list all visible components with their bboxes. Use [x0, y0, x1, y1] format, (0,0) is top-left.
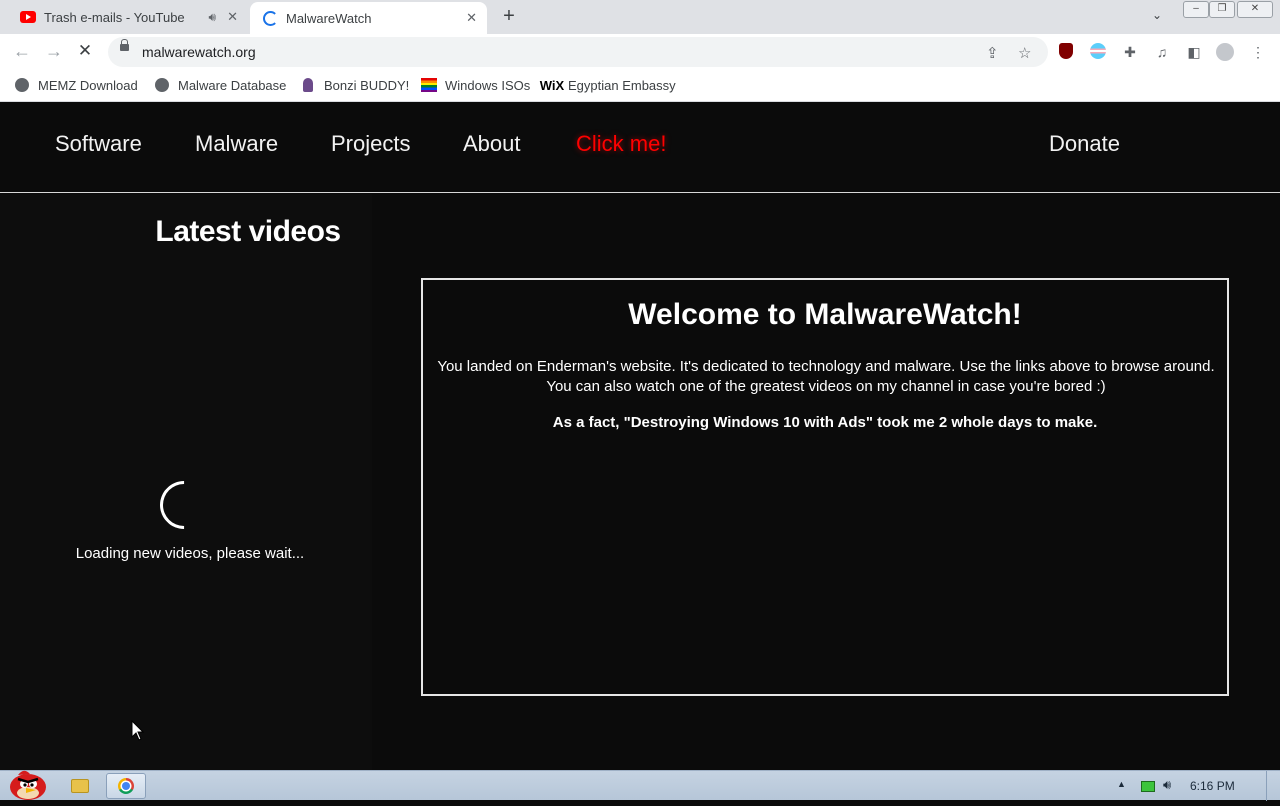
tab-title: MalwareWatch [286, 10, 372, 26]
welcome-title: Welcome to MalwareWatch! [628, 298, 1022, 331]
show-desktop-button[interactable] [1266, 771, 1280, 801]
nav-projects[interactable]: Projects [331, 131, 410, 157]
tab-youtube[interactable]: Trash e-mails - YouTube 🔊︎ ✕ [8, 0, 248, 34]
bookmark-malware-database[interactable]: Malware Database [154, 77, 286, 93]
media-control-icon[interactable]: ♫ [1153, 43, 1171, 61]
extensions-puzzle-icon[interactable]: ✚ [1121, 43, 1139, 61]
bookmark-star-icon[interactable]: ☆ [1018, 44, 1031, 62]
latest-videos-title: Latest videos [155, 215, 341, 248]
close-tab-icon[interactable]: ✕ [227, 9, 238, 25]
menu-kebab-icon[interactable]: ⋮ [1249, 43, 1267, 61]
forward-button[interactable]: → [43, 41, 65, 62]
bookmark-windows-isos[interactable]: Windows ISOs [421, 77, 530, 93]
rainbow-flag-icon [421, 77, 437, 93]
bookmark-egyptian-embassy[interactable]: WiX Egyptian Embassy [539, 77, 676, 93]
globe-icon [14, 77, 30, 93]
nav-about[interactable]: About [463, 131, 521, 157]
wix-icon: WiX [539, 77, 565, 93]
taskbar-explorer-icon[interactable] [60, 773, 100, 799]
nav-click-me[interactable]: Click me! [576, 131, 666, 157]
new-tab-button[interactable]: + [498, 5, 520, 28]
tray-expand-icon[interactable]: ▲ [1117, 779, 1126, 789]
profile-avatar-icon[interactable] [1216, 43, 1234, 61]
tab-search-chevron-icon[interactable]: ⌄ [1152, 8, 1162, 22]
start-button-angry-bird-icon[interactable] [4, 765, 50, 801]
nav-software[interactable]: Software [55, 131, 142, 157]
tab-strip: Trash e-mails - YouTube 🔊︎ ✕ MalwareWatc… [0, 0, 1280, 34]
battery-icon[interactable] [1141, 781, 1155, 795]
speaker-icon[interactable]: 🔊︎ [208, 10, 216, 25]
restore-button[interactable]: ❐ [1209, 1, 1235, 18]
nav-malware[interactable]: Malware [195, 131, 278, 157]
bookmarks-bar: MEMZ Download Malware Database Bonzi BUD… [0, 70, 1280, 102]
welcome-panel: Welcome to MalwareWatch! You landed on E… [421, 278, 1229, 696]
nav-donate[interactable]: Donate [1049, 131, 1120, 157]
volume-icon[interactable]: 🔊︎ [1163, 777, 1171, 793]
tab-title: Trash e-mails - YouTube [44, 9, 185, 25]
site-navigation: Software Malware Projects About Click me… [0, 103, 1280, 193]
lock-icon[interactable] [120, 39, 129, 51]
ublock-icon[interactable] [1057, 43, 1075, 61]
close-tab-icon[interactable]: ✕ [466, 10, 477, 26]
welcome-fact: As a fact, "Destroying Windows 10 with A… [552, 414, 1098, 431]
side-panel-icon[interactable]: ◧ [1185, 43, 1203, 61]
welcome-text: You landed on Enderman's website. It's d… [437, 358, 1215, 395]
loading-videos-text: Loading new videos, please wait... [75, 545, 305, 562]
back-button[interactable]: ← [11, 41, 33, 62]
share-icon[interactable]: ⇪ [986, 44, 999, 62]
bonzi-icon [300, 77, 316, 93]
url-text[interactable]: malwarewatch.org [142, 44, 256, 60]
loading-spinner-icon [262, 10, 278, 26]
taskbar: ▲ 🔊︎ 6:16 PM [0, 770, 1280, 801]
taskbar-clock[interactable]: 6:16 PM [1190, 779, 1235, 793]
globe-icon [154, 77, 170, 93]
youtube-icon [20, 9, 36, 25]
address-bar[interactable]: malwarewatch.org ⇪ ☆ [108, 37, 1048, 67]
minimize-button[interactable]: – [1183, 1, 1209, 18]
page-content: Software Malware Projects About Click me… [0, 103, 1280, 770]
taskbar-chrome-icon[interactable] [106, 773, 146, 799]
tab-malwarewatch[interactable]: MalwareWatch ✕ [250, 2, 487, 34]
extension-flag-icon[interactable] [1089, 43, 1107, 61]
browser-toolbar: ← → ✕ malwarewatch.org ⇪ ☆ ✚ ♫ ◧ ⋮ [0, 34, 1280, 70]
bookmark-bonzi-buddy[interactable]: Bonzi BUDDY! [300, 77, 409, 93]
stop-loading-button[interactable]: ✕ [74, 41, 96, 61]
close-window-button[interactable]: ✕ [1237, 1, 1273, 18]
bookmark-memz-download[interactable]: MEMZ Download [14, 77, 138, 93]
